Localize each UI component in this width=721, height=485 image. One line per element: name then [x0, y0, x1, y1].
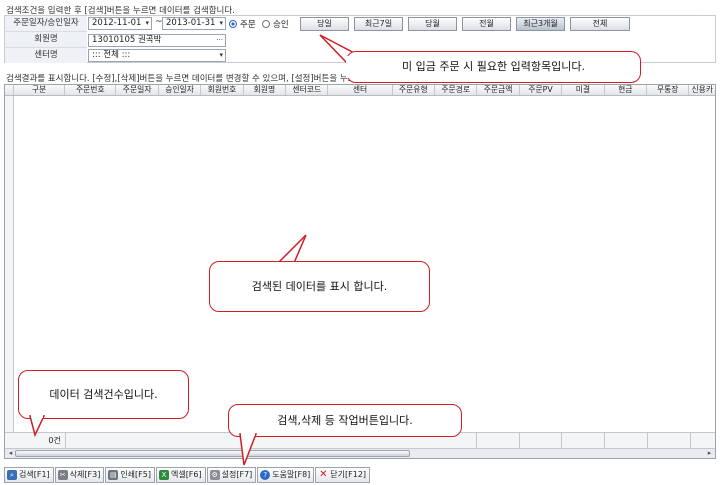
excel-icon: X — [158, 470, 169, 480]
lookup-button[interactable]: ··· — [216, 35, 223, 46]
radio-approve[interactable]: 승인 — [262, 18, 289, 30]
radio-unselected-icon — [262, 20, 270, 28]
search-button[interactable]: ⌕ 검색[F1] — [4, 467, 54, 483]
date-from-picker[interactable]: 2012-11-01 ▾ — [88, 17, 152, 30]
help-icon: ? — [260, 470, 271, 480]
action-toolbar: ⌕ 검색[F1] ✂ 삭제[F3] ▤ 인쇄[F5] X 엑셀[F6] ⚙ 설정… — [4, 467, 371, 483]
callout-tail — [29, 415, 46, 437]
center-label: 센터명 — [5, 48, 87, 63]
row-indicator-column — [5, 96, 14, 432]
period-3months-button[interactable]: 최근3개월 — [516, 17, 565, 31]
column-header[interactable]: 회원번호 — [201, 85, 244, 95]
column-header[interactable]: 회원명 — [244, 85, 287, 95]
scissors-icon: ✂ — [57, 470, 68, 480]
column-header[interactable]: 주문경로 — [435, 85, 478, 95]
column-header[interactable]: 센터코드 — [286, 85, 329, 95]
radio-selected-icon — [229, 20, 237, 28]
period-last-month-button[interactable]: 전월 — [462, 17, 511, 31]
delete-button[interactable]: ✂ 삭제[F3] — [54, 467, 105, 483]
callout-tail-cover — [346, 56, 356, 78]
print-button[interactable]: ▤ 인쇄[F5] — [105, 467, 155, 483]
footer-cell — [562, 433, 606, 448]
search-icon: ⌕ — [7, 470, 17, 480]
callout-tail — [239, 433, 258, 466]
footer-cell — [605, 433, 649, 448]
column-header[interactable]: 주문금액 — [477, 85, 520, 95]
scrollbar-thumb[interactable] — [15, 450, 410, 457]
results-hint: 검색결과를 표시합니다. [수정],[삭제]버튼을 누르면 데이터를 변경할 수… — [6, 74, 364, 84]
column-header[interactable]: 현금 — [605, 85, 648, 95]
close-icon: ✕ — [319, 469, 328, 480]
chevron-down-icon: ▾ — [145, 19, 149, 27]
callout-input-fields: 미 입금 주문 시 필요한 입력항목입니다. — [346, 51, 641, 83]
radio-order[interactable]: 주문 — [229, 18, 256, 30]
member-value: 13010105 권곡박 — [92, 35, 162, 45]
settings-button[interactable]: ⚙ 설정[F7] — [206, 467, 257, 483]
column-header[interactable]: 무통장 — [647, 85, 690, 95]
footer-cell — [691, 433, 715, 448]
member-label: 회원명 — [5, 32, 87, 48]
close-button[interactable]: ✕ 닫기[F12] — [315, 467, 371, 483]
period-all-button[interactable]: 전체 — [570, 17, 630, 31]
close-button-label: 닫기[F12] — [330, 470, 367, 479]
callout-data-area: 검색된 데이터를 표시 합니다. — [209, 261, 430, 312]
date-to-value: 2013-01-31 — [166, 18, 216, 28]
grid-header: 구분 주문번호 주문일자 승인일자 회원번호 회원명 센터코드 센터 주문유형 … — [5, 85, 715, 96]
column-header[interactable]: 주문유형 — [393, 85, 435, 95]
chevron-down-icon: ▾ — [219, 51, 223, 59]
period-this-month-button[interactable]: 당월 — [408, 17, 457, 31]
help-button[interactable]: ? 도움말[F8] — [257, 467, 315, 483]
horizontal-scrollbar[interactable]: ◂ ▸ — [5, 448, 715, 458]
excel-button[interactable]: X 엑셀[F6] — [155, 467, 206, 483]
center-value: ::: 전체 ::: — [92, 50, 131, 60]
scroll-left-icon[interactable]: ◂ — [6, 450, 15, 457]
radio-approve-label: 승인 — [273, 20, 289, 30]
scroll-right-icon[interactable]: ▸ — [705, 450, 714, 457]
excel-button-label: 엑셀[F6] — [170, 470, 202, 479]
footer-cell — [648, 433, 692, 448]
radio-order-label: 주문 — [240, 20, 256, 30]
footer-cell — [520, 433, 563, 448]
column-header[interactable]: 주문번호 — [65, 85, 117, 95]
column-header[interactable]: 미결 — [562, 85, 605, 95]
footer-cell — [477, 433, 520, 448]
column-header[interactable]: 주문PV — [520, 85, 563, 95]
delete-button-label: 삭제[F3] — [69, 470, 101, 479]
settings-button-label: 설정[F7] — [221, 470, 253, 479]
date-label: 주문일자/승인일자 — [5, 16, 87, 32]
column-header[interactable]: 신용카 — [689, 85, 715, 95]
period-7days-button[interactable]: 최근7일 — [354, 17, 403, 31]
search-button-label: 검색[F1] — [19, 470, 50, 479]
printer-icon: ▤ — [108, 470, 119, 480]
callout-action-buttons: 검색,삭제 등 작업버튼입니다. — [228, 404, 462, 437]
gear-icon: ⚙ — [209, 470, 220, 480]
period-today-button[interactable]: 당일 — [300, 17, 349, 31]
column-header[interactable]: 주문일자 — [116, 85, 159, 95]
date-from-value: 2012-11-01 — [92, 18, 142, 28]
help-button-label: 도움말[F8] — [272, 470, 311, 479]
column-header[interactable]: 승인일자 — [159, 85, 202, 95]
date-to-picker[interactable]: 2013-01-31 ▾ — [162, 17, 226, 30]
member-field[interactable]: 13010105 권곡박 ··· — [88, 34, 226, 47]
column-header[interactable]: 센터 — [328, 85, 393, 95]
center-select[interactable]: ::: 전체 ::: ▾ — [88, 49, 226, 62]
print-button-label: 인쇄[F5] — [120, 470, 151, 479]
column-header[interactable]: 구분 — [14, 85, 66, 95]
callout-result-count: 데이터 검색건수입니다. — [18, 370, 189, 419]
chevron-down-icon: ▾ — [219, 19, 223, 27]
row-indicator-header — [5, 85, 14, 95]
